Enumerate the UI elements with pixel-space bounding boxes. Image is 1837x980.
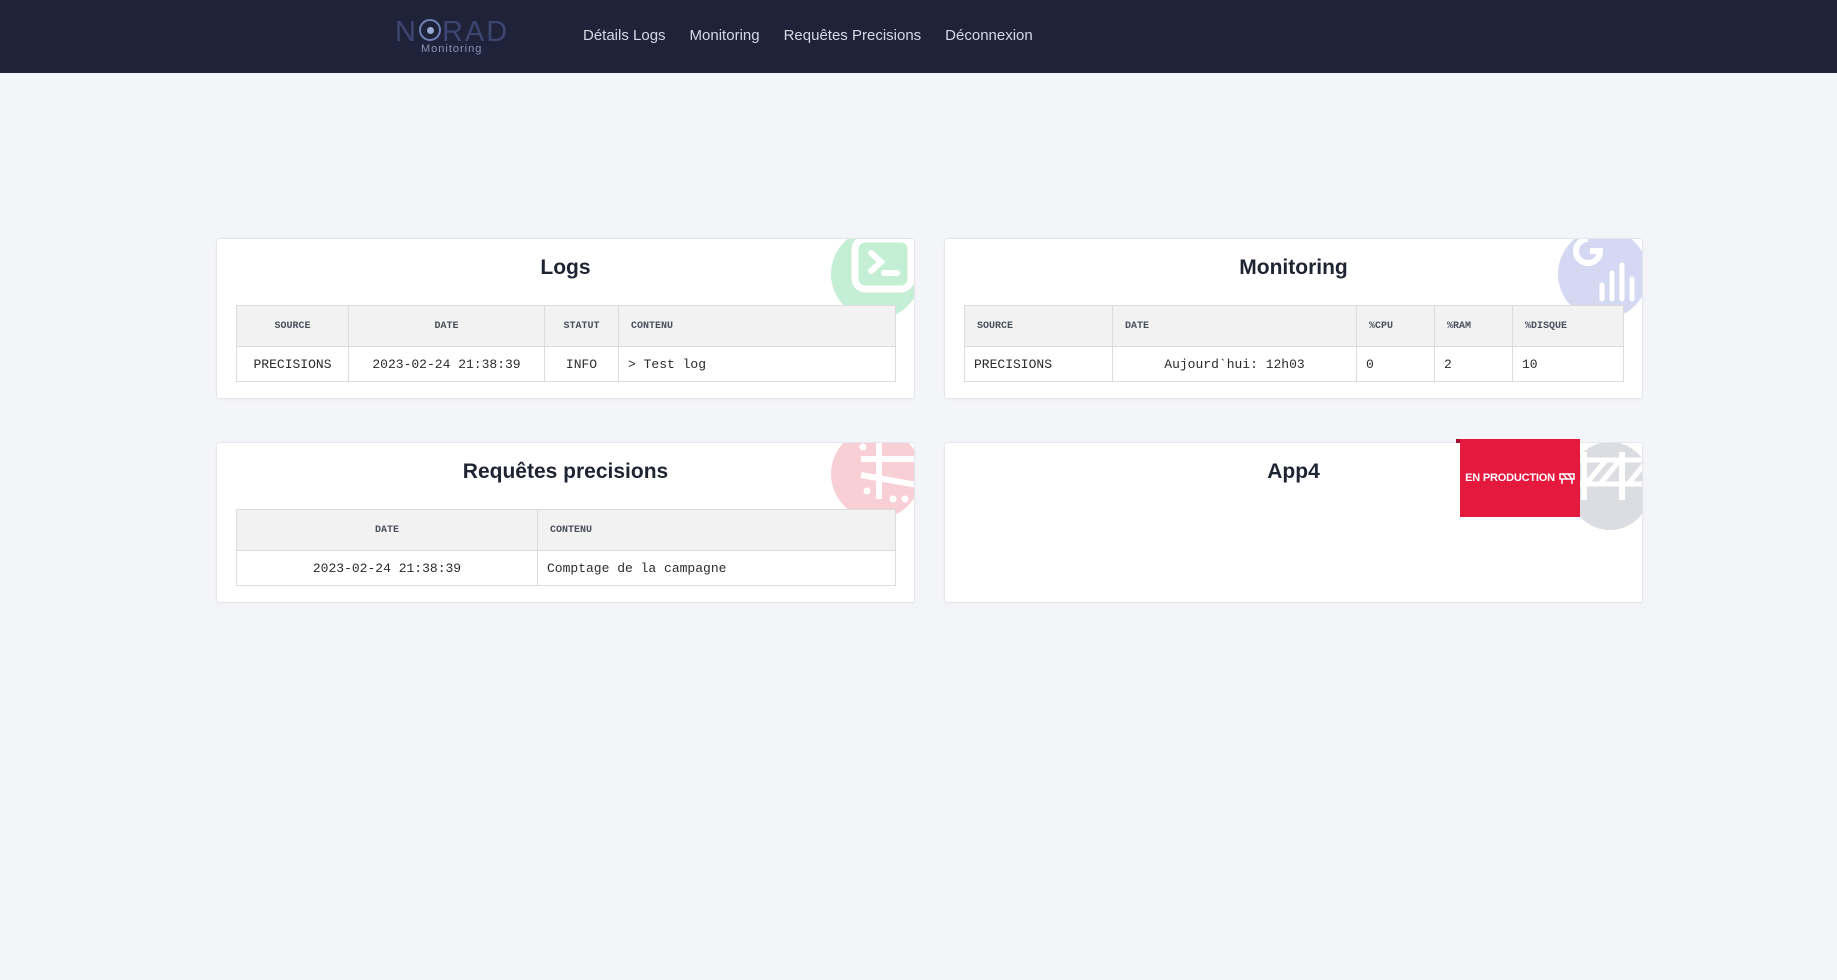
col-source[interactable]: SOURCE	[236, 305, 349, 347]
cell-ram: 2	[1434, 346, 1513, 382]
cell-date: 2023-02-24 21:38:39	[236, 550, 538, 586]
logo-o-icon	[418, 19, 441, 42]
cell-date: 2023-02-24 21:38:39	[348, 346, 545, 382]
col-statut[interactable]: STATUT	[544, 305, 619, 347]
requetes-table-header: DATE CONTENU	[236, 509, 896, 551]
cell-disque: 10	[1512, 346, 1624, 382]
nav-link-monitoring[interactable]: Monitoring	[690, 27, 760, 44]
barrier-icon	[1559, 473, 1575, 484]
col-source[interactable]: SOURCE	[964, 305, 1113, 347]
logo-letter-n: N	[395, 16, 418, 48]
cell-contenu: > Test log	[618, 346, 896, 382]
table-row[interactable]: 2023-02-24 21:38:39 Comptage de la campa…	[236, 550, 896, 586]
col-date[interactable]: DATE	[348, 305, 545, 347]
norad-logo[interactable]: N RAD Monitoring	[395, 16, 510, 56]
logs-card[interactable]: Logs SOURCE DATE STATUT CONTENU PRECISIO…	[216, 238, 915, 399]
col-disque[interactable]: %DISQUE	[1512, 305, 1624, 347]
col-ram[interactable]: %RAM	[1434, 305, 1513, 347]
monitoring-title: Monitoring	[1239, 256, 1348, 279]
nav-link-deconnexion[interactable]: Déconnexion	[945, 27, 1033, 44]
cell-cpu: 0	[1356, 346, 1435, 382]
monitoring-table: SOURCE DATE %CPU %RAM %DISQUE PRECISIONS…	[964, 305, 1624, 382]
table-row[interactable]: PRECISIONS 2023-02-24 21:38:39 INFO > Te…	[236, 346, 896, 382]
col-date[interactable]: DATE	[236, 509, 538, 551]
top-navbar: N RAD Monitoring Détails Logs Monitoring …	[0, 0, 1837, 73]
nav-link-details-logs[interactable]: Détails Logs	[583, 27, 666, 44]
monitoring-table-header: SOURCE DATE %CPU %RAM %DISQUE	[964, 305, 1624, 347]
construction-icon	[1570, 443, 1642, 530]
cell-date: Aujourd`hui: 12h03	[1112, 346, 1357, 382]
logs-title: Logs	[540, 256, 591, 279]
monitoring-card[interactable]: Monitoring SOURCE DATE %CPU %RAM %DISQUE…	[944, 238, 1643, 399]
col-date[interactable]: DATE	[1112, 305, 1357, 347]
logs-table: SOURCE DATE STATUT CONTENU PRECISIONS 20…	[236, 305, 896, 382]
logo-subtitle: Monitoring	[421, 43, 483, 55]
cell-source: PRECISIONS	[236, 346, 349, 382]
requetes-title: Requêtes precisions	[462, 460, 669, 483]
col-contenu[interactable]: CONTENU	[537, 509, 896, 551]
cell-statut: INFO	[544, 346, 619, 382]
table-row[interactable]: PRECISIONS Aujourd`hui: 12h03 0 2 10	[964, 346, 1624, 382]
col-cpu[interactable]: %CPU	[1356, 305, 1435, 347]
requetes-table: DATE CONTENU 2023-02-24 21:38:39 Comptag…	[236, 509, 896, 586]
requetes-card[interactable]: Requêtes precisions DATE CONTENU 2023-02…	[216, 442, 915, 603]
logs-table-header: SOURCE DATE STATUT CONTENU	[236, 305, 896, 347]
nav-link-requetes-precisions[interactable]: Requêtes Precisions	[784, 27, 922, 44]
cell-source: PRECISIONS	[964, 346, 1113, 382]
badge-label: EN PRODUCTION	[1465, 472, 1555, 484]
nav-links: Détails Logs Monitoring Requêtes Precisi…	[583, 27, 1033, 44]
col-contenu[interactable]: CONTENU	[618, 305, 896, 347]
cell-contenu: Comptage de la campagne	[537, 550, 896, 586]
production-badge: EN PRODUCTION	[1456, 439, 1580, 517]
